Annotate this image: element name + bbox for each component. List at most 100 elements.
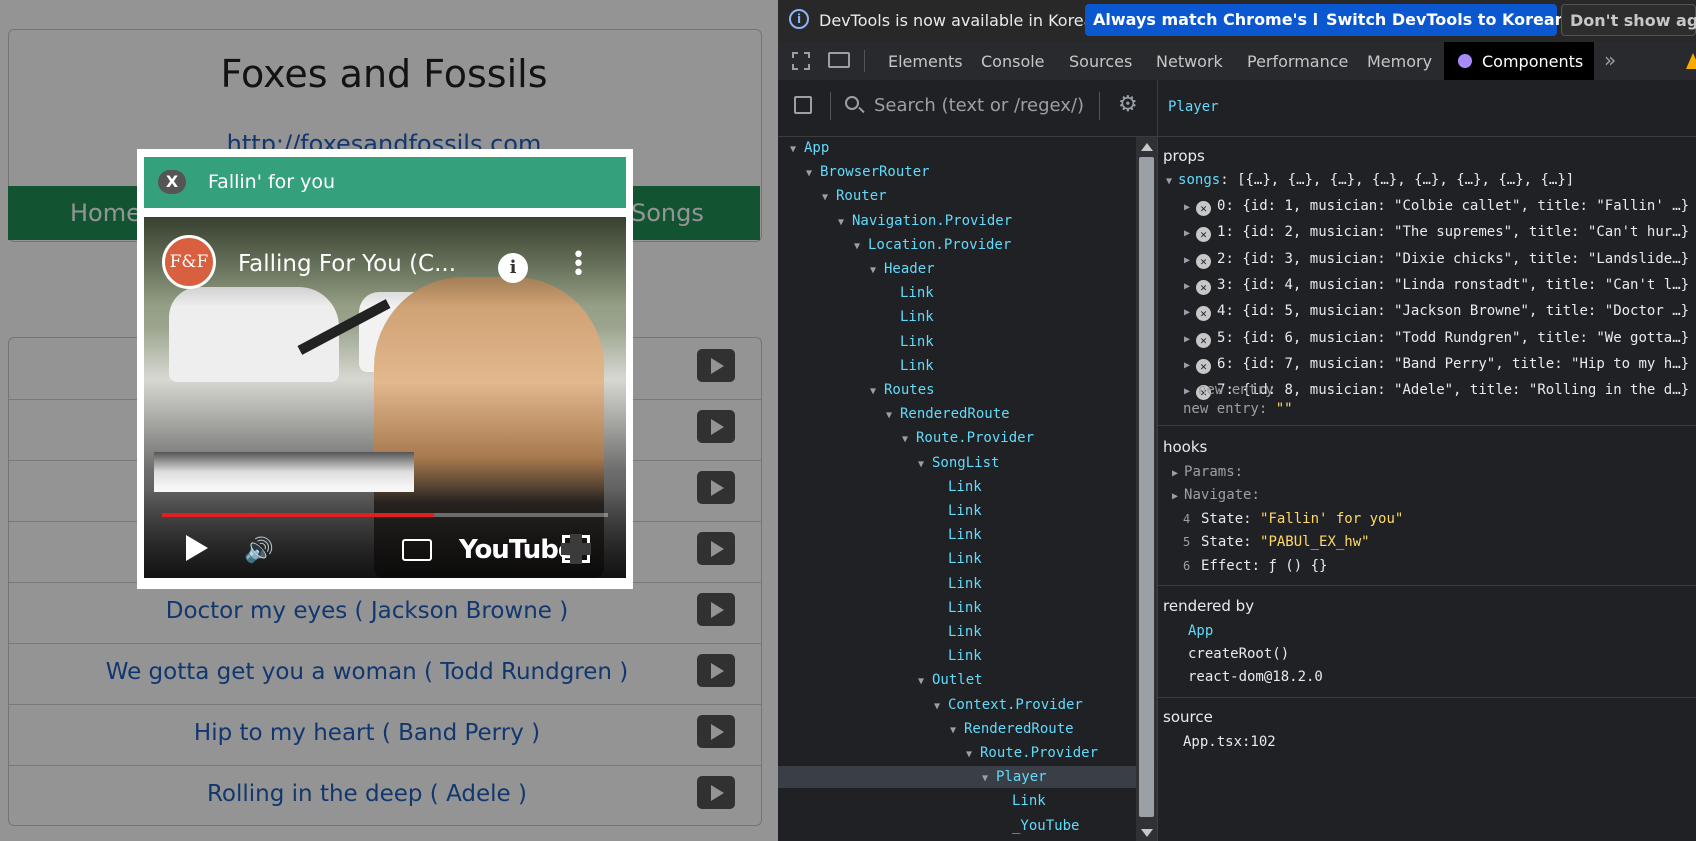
tab-console[interactable]: Console [981,52,1045,71]
delete-entry-icon[interactable]: ✕ [1196,279,1212,295]
scroll-up-arrow[interactable] [1141,143,1153,151]
tab-network[interactable]: Network [1156,52,1223,71]
delete-entry-icon[interactable]: ✕ [1196,306,1212,322]
expand-toggle-icon[interactable]: ▼ [966,744,980,766]
expand-toggle-icon[interactable]: ▶ [1184,281,1196,292]
warning-icon[interactable] [1686,53,1696,69]
song-entry[interactable]: ▶ ✕ 6: {id: 7, musician: "Band Perry", ti… [1184,356,1689,374]
song-entry[interactable]: ▶ ✕ 1: {id: 2, musician: "The supremes", … [1184,224,1689,243]
expand-toggle-icon[interactable]: ▼ [918,454,932,476]
new-entry-value: "" [1275,401,1293,417]
songs-prop[interactable]: ▼ songs: [{…}, {…}, {…}, {…}, {…}, {…}, … [1166,172,1574,188]
tree-node[interactable]: ▼ BrowserRouter [778,161,1164,183]
new-entry-row[interactable]: new entry: "" [1183,401,1293,417]
hook-label: State: [1201,511,1252,527]
expand-toggle-icon[interactable]: ▼ [982,768,996,790]
tree-node-label: Link [948,551,982,568]
expand-toggle-icon[interactable]: ▶ [1184,307,1196,318]
channel-avatar[interactable]: F&F [162,235,216,289]
info-icon[interactable]: i [498,253,528,283]
hook-state-1[interactable]: 4 State: "Fallin' for you" [1183,511,1403,527]
tree-node-label: BrowserRouter [820,164,930,181]
settings-gear-icon[interactable]: ⚙ [1118,92,1138,117]
select-element-icon[interactable] [794,96,812,114]
rendered-by-app-link[interactable]: App [1188,623,1213,639]
dont-show-again-button[interactable]: Don't show again [1561,4,1696,36]
expand-toggle-icon[interactable]: ▼ [806,163,820,185]
more-icon[interactable]: • • • [572,245,585,285]
song-entry-text: 2: {id: 3, musician: "Dixie chicks", tit… [1217,250,1690,267]
youtube-logo[interactable]: YouTube [459,535,575,565]
match-language-button[interactable]: Always match Chrome's language [1085,4,1396,36]
hook-navigate[interactable]: ▶ Navigate: [1172,487,1260,503]
tab-memory[interactable]: Memory [1367,52,1432,71]
expand-toggle-icon[interactable]: ▼ [870,381,884,403]
switch-language-button[interactable]: Switch DevTools to Korean [1318,4,1566,36]
fullscreen-icon[interactable] [561,534,591,564]
tree-node[interactable]: ▼ App [778,137,1148,159]
tree-node-label: RenderedRoute [900,406,1010,423]
expand-toggle-icon[interactable]: ▶ [1184,202,1196,213]
songs-key: songs [1178,172,1221,188]
expand-toggle-icon[interactable]: ▼ [854,236,868,258]
search-input[interactable]: Search (text or /regex/) [874,95,1084,116]
delete-entry-icon[interactable]: ✕ [1196,253,1212,269]
player-modal: X Fallin' for you F&F Falling For You (C… [137,149,633,589]
component-tree: ▼ App ▼ BrowserRouter ▼ Router ▼ Navigation.Pro… [778,137,1340,841]
delete-entry-icon[interactable]: ✕ [1196,332,1212,348]
expand-toggle-icon[interactable]: ▶ [1184,334,1196,345]
device-toolbar-icon[interactable] [828,52,850,68]
song-entry[interactable]: ▶ ✕ 5: {id: 6, musician: "Todd Rundgren",… [1184,330,1689,348]
expand-toggle-icon[interactable]: ▶ [1184,360,1196,371]
more-tabs-icon[interactable]: » [1604,48,1616,72]
delete-entry-icon[interactable]: ✕ [1196,227,1212,243]
video-title[interactable]: Falling For You (C... [238,251,456,277]
tab-components-label: Components [1482,52,1584,71]
delete-entry-icon[interactable]: ✕ [1196,358,1212,374]
source-file-link[interactable]: App.tsx:102 [1183,734,1276,750]
song-entry[interactable]: ▶ ✕ 4: {id: 5, musician: "Jackson Browne"… [1184,303,1689,322]
expand-toggle-icon[interactable]: ▼ [886,405,900,427]
expand-toggle-icon[interactable]: ▼ [870,260,884,282]
play-icon[interactable] [186,535,208,561]
expand-toggle-icon[interactable]: ▼ [838,212,852,234]
expand-toggle-icon[interactable]: ▶ [1184,386,1196,397]
new-entry-placeholder[interactable]: new entry [1198,382,1274,398]
expand-toggle-icon[interactable]: ▶ [1184,255,1196,266]
close-button[interactable]: X [158,170,186,194]
scroll-thumb[interactable] [1139,157,1154,817]
tab-sources[interactable]: Sources [1069,52,1132,71]
tree-scrollbar[interactable] [1136,137,1157,841]
delete-entry-icon[interactable]: ✕ [1196,201,1212,216]
hook-effect[interactable]: 6 Effect: ƒ () {} [1183,558,1327,574]
info-icon: i [789,9,809,29]
expand-toggle-icon[interactable]: ▼ [950,720,964,742]
expand-toggle-icon[interactable]: ▼ [918,671,932,693]
tree-node-label: Route.Provider [980,745,1099,761]
expand-toggle-icon[interactable]: ▼ [822,187,836,209]
hook-state-2[interactable]: 5 State: "PABUl_EX_hw" [1183,534,1370,550]
tab-performance[interactable]: Performance [1247,52,1348,71]
hook-value[interactable]: "PABUl_EX_hw" [1260,534,1370,550]
tab-elements[interactable]: Elements [888,52,963,71]
youtube-player[interactable]: F&F Falling For You (C... i • • • 🔊 YouTub… [144,217,626,578]
song-entry[interactable]: ▶ ✕ 0: {id: 1, musician: "Colbie callet",… [1184,198,1689,216]
tree-node[interactable]: ▼ Router [778,185,1180,207]
hook-params[interactable]: ▶ Params: [1172,464,1243,480]
source-title: source [1163,708,1213,726]
expand-toggle-icon[interactable]: ▼ [934,696,948,718]
hook-value[interactable]: "Fallin' for you" [1260,511,1403,527]
song-entry[interactable]: ▶ ✕ 3: {id: 4, musician: "Linda ronstadt"… [1184,277,1689,295]
tree-node-label: _YouTube [1012,817,1080,834]
volume-icon[interactable]: 🔊 [244,537,274,563]
captions-icon[interactable] [402,539,432,561]
scroll-down-arrow[interactable] [1141,829,1153,837]
video-progress-bar[interactable] [162,513,608,517]
tree-node[interactable]: ▼ Navigation.Provider [778,210,1196,232]
expand-toggle-icon[interactable]: ▶ [1184,228,1196,239]
expand-toggle-icon[interactable]: ▼ [902,429,916,451]
expand-toggle-icon[interactable]: ▼ [790,139,804,161]
song-entry[interactable]: ▶ ✕ 2: {id: 3, musician: "Dixie chicks", … [1184,251,1689,269]
tab-components[interactable]: Components [1444,42,1594,80]
inspect-element-icon[interactable] [792,52,810,70]
